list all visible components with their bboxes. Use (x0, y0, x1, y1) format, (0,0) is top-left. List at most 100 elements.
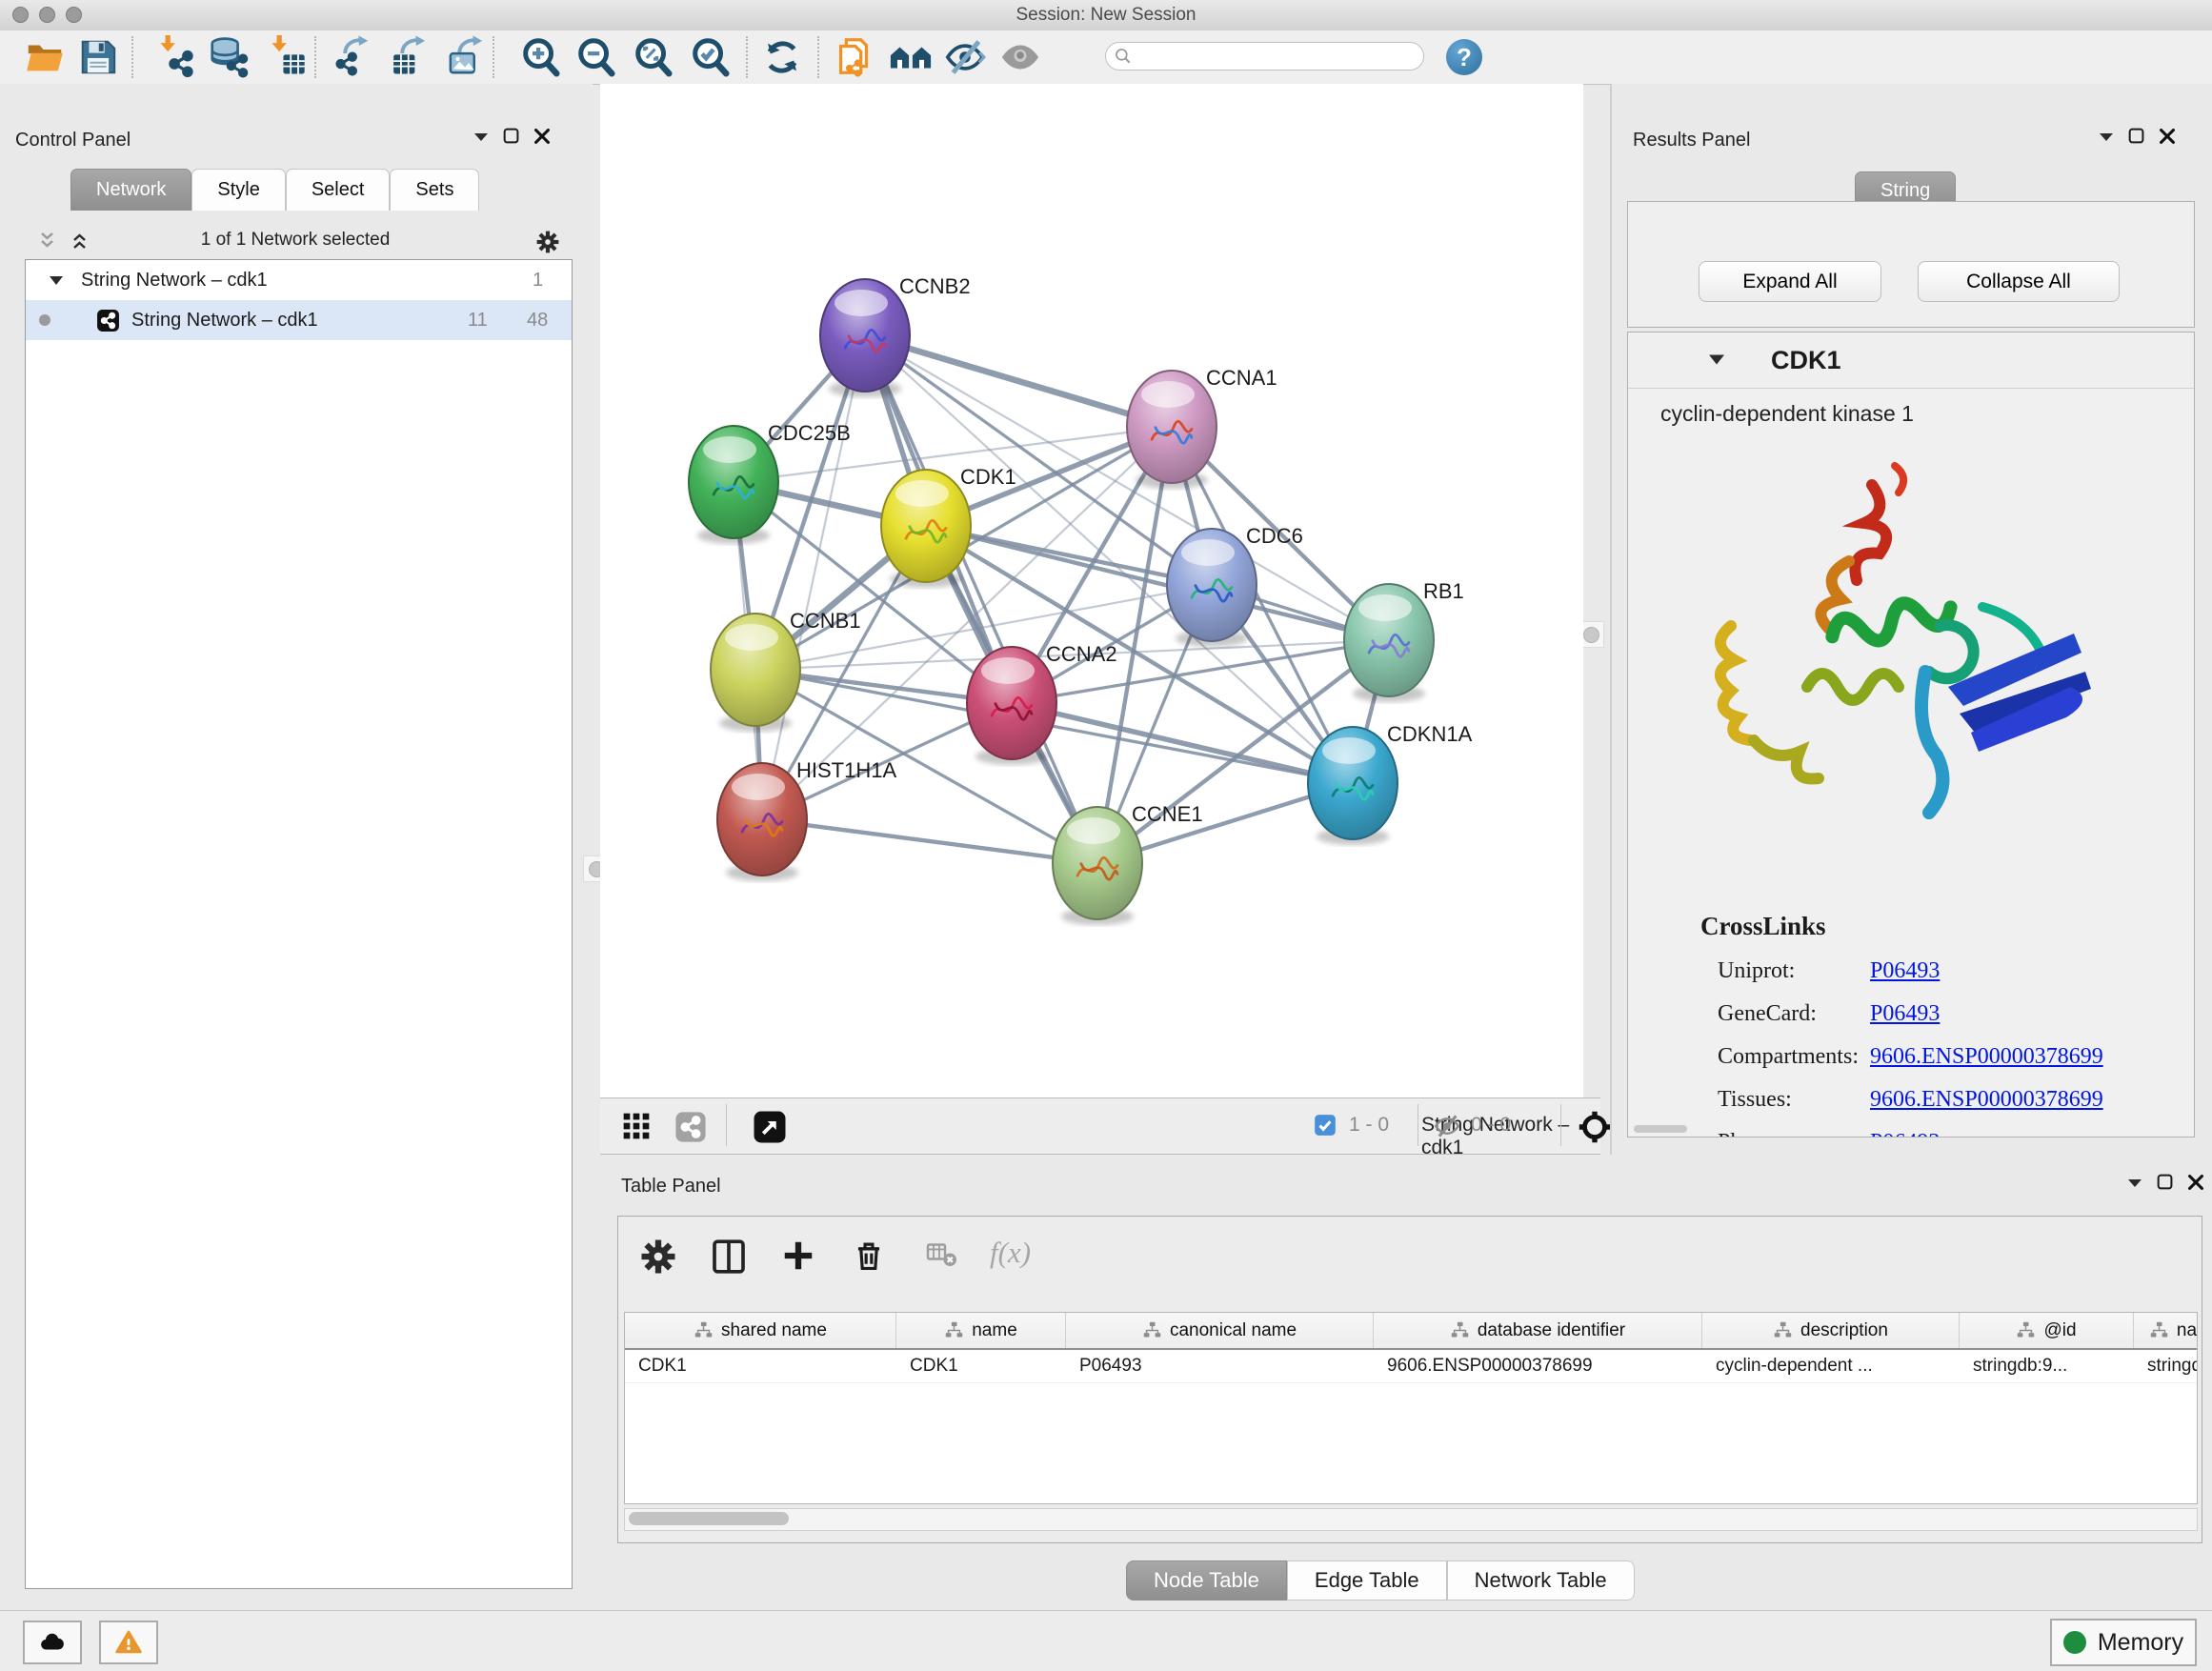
results-scrollbar[interactable] (1634, 1125, 1687, 1133)
help-button[interactable]: ? (1446, 39, 1482, 75)
node-CDC6[interactable]: CDC6 (1167, 524, 1303, 647)
search-input[interactable] (1133, 46, 1403, 67)
column-header-description[interactable]: description (1702, 1313, 1960, 1348)
column-header-shared-name[interactable]: shared name (625, 1313, 896, 1348)
table-float-icon[interactable] (2155, 1172, 2176, 1193)
table-options-gear-icon[interactable] (639, 1238, 681, 1279)
tab-sets[interactable]: Sets (390, 169, 479, 211)
node-CCNE1[interactable]: CCNE1 (1053, 802, 1203, 925)
column-header-namespace[interactable]: namespace (2134, 1313, 2198, 1348)
search-box[interactable] (1105, 42, 1424, 70)
zoom-fit-content-button[interactable] (632, 35, 675, 79)
protein-section-header[interactable]: CDK1 (1628, 332, 2194, 389)
crosslink-link[interactable]: P06493 (1870, 1130, 1940, 1137)
results-close-icon[interactable] (2157, 126, 2178, 147)
edge-CCNA2-CDKN1A[interactable] (1012, 703, 1353, 783)
tab-network-table[interactable]: Network Table (1447, 1560, 1635, 1601)
show-columns-icon[interactable] (710, 1238, 752, 1279)
import-table-from-file-button[interactable] (264, 35, 308, 79)
tab-select[interactable]: Select (286, 169, 391, 211)
network-canvas[interactable]: CCNB2 CCNA1 CDC25B CDK1 CDC6 RB1 CCNB1 C… (600, 84, 1583, 1097)
edge-CDK1-RB1[interactable] (926, 526, 1389, 640)
results-panel: Results Panel String Expand All Collapse… (1610, 84, 2212, 1155)
birds-eye-view-icon[interactable] (1578, 1110, 1599, 1131)
view-grid-icon[interactable] (621, 1111, 654, 1143)
zoom-out-button[interactable] (574, 35, 618, 79)
panel-menu-caret-icon[interactable] (471, 126, 492, 147)
crosslink-row: Uniprot: P06493 (1718, 958, 2194, 984)
collection-caret-icon[interactable] (49, 274, 64, 286)
node-CDKN1A[interactable]: CDKN1A (1308, 722, 1473, 845)
zoom-selected-icon (689, 35, 733, 79)
column-header-name[interactable]: name (896, 1313, 1066, 1348)
node-HIST1H1A[interactable]: HIST1H1A (717, 758, 896, 881)
delete-column-trash-icon[interactable] (851, 1238, 893, 1279)
node-CDC25B[interactable]: CDC25B (689, 421, 851, 544)
crosslink-link[interactable]: P06493 (1870, 1001, 1940, 1027)
network-collection-row[interactable]: String Network – cdk1 1 (26, 260, 572, 300)
tab-node-table[interactable]: Node Table (1126, 1560, 1287, 1601)
import-network-from-file-button[interactable] (152, 35, 196, 79)
apply-preferred-layout-button[interactable] (760, 35, 804, 79)
selected-checkbox-icon[interactable] (1313, 1113, 1334, 1134)
column-type-icon (2149, 1320, 2169, 1340)
export-table-icon (390, 35, 433, 79)
crosslink-label: Uniprot: (1718, 958, 1870, 984)
create-network-from-selection-button[interactable] (832, 35, 875, 79)
collapse-all-button[interactable]: Collapse All (1918, 261, 2120, 302)
table-cell: CDK1 (625, 1350, 896, 1382)
crosslink-link[interactable]: P06493 (1870, 958, 1940, 984)
add-column-plus-icon[interactable] (780, 1238, 822, 1279)
node-CCNB2[interactable]: CCNB2 (820, 274, 971, 397)
panel-close-icon[interactable] (532, 126, 553, 147)
cloud-status-button[interactable] (23, 1621, 82, 1664)
network-graph[interactable]: CCNB2 CCNA1 CDC25B CDK1 CDC6 RB1 CCNB1 C… (600, 84, 1583, 1097)
export-network-button[interactable] (332, 35, 376, 79)
crosslink-label: Tissues: (1718, 1087, 1870, 1113)
zoom-in-button[interactable] (519, 35, 563, 79)
toolbar-separator (314, 36, 316, 78)
protein-caret-icon[interactable] (1708, 353, 1725, 366)
tab-network[interactable]: Network (70, 169, 191, 211)
expand-all-button[interactable]: Expand All (1699, 261, 1881, 302)
memory-button[interactable]: Memory (2050, 1619, 2197, 1666)
export-image-button[interactable] (447, 35, 491, 79)
warnings-button[interactable] (99, 1621, 158, 1664)
string-home-button[interactable] (889, 35, 933, 79)
table-menu-caret-icon[interactable] (2124, 1172, 2145, 1193)
edge-CCNB2-HIST1H1A[interactable] (762, 335, 865, 819)
table-scrollbar-thumb[interactable] (629, 1512, 789, 1525)
import-network-from-database-button[interactable] (207, 35, 251, 79)
collection-label: String Network – cdk1 (81, 270, 268, 292)
detach-view-icon[interactable] (753, 1110, 774, 1131)
export-table-button[interactable] (390, 35, 433, 79)
column-header--id[interactable]: @id (1960, 1313, 2134, 1348)
node-RB1[interactable]: RB1 (1344, 579, 1464, 702)
table-close-icon[interactable] (2185, 1172, 2206, 1193)
tab-style[interactable]: Style (191, 169, 285, 211)
table-row[interactable]: CDK1CDK1P064939606.ENSP00000378699cyclin… (625, 1350, 2197, 1383)
node-CCNA1[interactable]: CCNA1 (1127, 366, 1277, 489)
open-session-button[interactable] (23, 35, 67, 79)
column-header-database-identifier[interactable]: database identifier (1374, 1313, 1702, 1348)
tab-edge-table[interactable]: Edge Table (1287, 1560, 1447, 1601)
node-CCNA2[interactable]: CCNA2 (967, 642, 1117, 765)
results-menu-caret-icon[interactable] (2096, 126, 2117, 147)
results-float-icon[interactable] (2126, 126, 2147, 147)
crosslink-row: Compartments: 9606.ENSP00000378699 (1718, 1044, 2194, 1070)
column-header-canonical-name[interactable]: canonical name (1066, 1313, 1374, 1348)
edge-CCNB2-CCNA1[interactable] (865, 335, 1172, 427)
edge-CCNB2-CCNE1[interactable] (865, 335, 1097, 863)
crosslink-link[interactable]: 9606.ENSP00000378699 (1870, 1044, 2103, 1070)
panel-float-icon[interactable] (501, 126, 522, 147)
network-row[interactable]: String Network – cdk1 11 48 (26, 300, 572, 340)
crosslink-link[interactable]: 9606.ENSP00000378699 (1870, 1087, 2103, 1113)
hide-selected-button[interactable] (943, 35, 987, 79)
zoom-selected-button[interactable] (689, 35, 733, 79)
open-session-icon (23, 35, 67, 79)
view-share-icon[interactable] (674, 1111, 695, 1132)
edge-HIST1H1A-CCNE1[interactable] (762, 819, 1097, 863)
network-options-gear-icon[interactable] (535, 230, 556, 251)
table-horizontal-scrollbar[interactable] (624, 1508, 2198, 1531)
save-session-button[interactable] (76, 35, 120, 79)
